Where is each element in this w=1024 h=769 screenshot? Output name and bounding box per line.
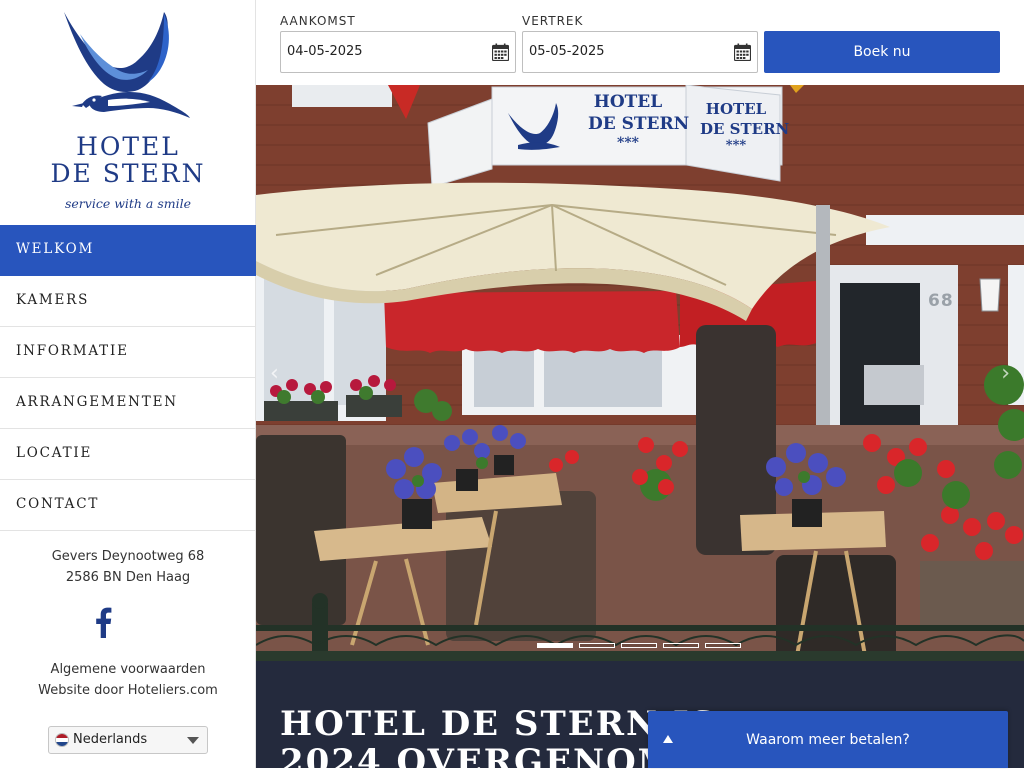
house-number: 68 (928, 291, 954, 311)
nav-item-locatie[interactable]: LOCATIE (0, 429, 256, 480)
arrival-label: AANKOMST (280, 14, 356, 28)
arrival-date-input[interactable]: 04-05-2025 (280, 31, 516, 73)
language-select[interactable]: Nederlands (48, 726, 208, 754)
main-nav: WELKOM KAMERS INFORMATIE ARRANGEMENTEN L… (0, 225, 256, 531)
address-city: 2586 BN Den Haag (65, 570, 191, 585)
nav-item-welkom[interactable]: WELKOM (0, 225, 256, 276)
hotel-address: Gevers Deynootweg 68 2586 BN Den Haag (0, 546, 256, 588)
book-now-button[interactable]: Boek nu (764, 31, 1000, 73)
footer-links: Algemene voorwaarden Website door Hoteli… (0, 659, 256, 701)
why-pay-more-button[interactable]: Waarom meer betalen? (648, 711, 1008, 768)
sign-side-line-1: HOTEL (705, 100, 767, 118)
slider-dot-3[interactable] (621, 643, 657, 648)
why-pay-more-label: Waarom meer betalen? (746, 732, 910, 748)
language-selected: Nederlands (73, 732, 148, 747)
caret-down-icon (187, 737, 199, 744)
slider-dot-1[interactable] (537, 643, 573, 648)
address-street: Gevers Deynootweg 68 (51, 549, 205, 564)
nav-item-kamers[interactable]: KAMERS (0, 276, 256, 327)
caret-up-icon (663, 735, 673, 743)
slider-dot-2[interactable] (579, 643, 615, 648)
sign-stars: *** (617, 135, 639, 151)
nav-item-arrangementen[interactable]: ARRANGEMENTEN (0, 378, 256, 429)
facebook-icon[interactable] (93, 606, 113, 638)
logo-tagline: service with a smile (64, 196, 192, 211)
netherlands-flag-icon (55, 733, 69, 747)
calendar-icon[interactable] (734, 43, 751, 61)
slider-dot-4[interactable] (663, 643, 699, 648)
nav-item-informatie[interactable]: INFORMATIE (0, 327, 256, 378)
logo-name-line-2: DE STERN (50, 159, 206, 188)
nav-item-contact[interactable]: CONTACT (0, 480, 256, 531)
sign-text-main: HOTEL DE STERN *** (588, 91, 690, 151)
sign-side-line-2: DE STERN (700, 120, 790, 138)
departure-label: VERTREK (522, 14, 584, 28)
credit-link[interactable]: Website door Hoteliers.com (0, 680, 256, 701)
slider-prev-arrow-icon[interactable]: ‹ (270, 361, 279, 386)
departure-date-input[interactable]: 05-05-2025 (522, 31, 758, 73)
sign-side-stars: *** (725, 138, 747, 153)
slider-next-arrow-icon[interactable]: › (1001, 361, 1010, 386)
sign-line-1: HOTEL (593, 92, 663, 112)
sidebar: HOTEL DE STERN service with a smile WELK… (0, 0, 256, 768)
terms-link[interactable]: Algemene voorwaarden (0, 659, 256, 680)
hero-photo (256, 85, 1024, 661)
booking-bar: AANKOMST 04-05-2025 VERTREK 05-05-2025 B… (256, 0, 1024, 85)
sign-line-2: DE STERN (588, 114, 690, 134)
tern-bird-icon (64, 12, 190, 118)
departure-date-value: 05-05-2025 (529, 44, 605, 59)
hero-slider: HOTEL DE STERN *** HOTEL DE STERN *** 68… (256, 85, 1024, 661)
sign-text-side: HOTEL DE STERN *** (700, 99, 790, 153)
hotel-logo[interactable]: HOTEL DE STERN service with a smile (0, 0, 256, 225)
calendar-icon[interactable] (492, 43, 509, 61)
arrival-date-value: 04-05-2025 (287, 44, 363, 59)
slider-dot-5[interactable] (705, 643, 741, 648)
logo-name-line-1: HOTEL (76, 132, 180, 161)
